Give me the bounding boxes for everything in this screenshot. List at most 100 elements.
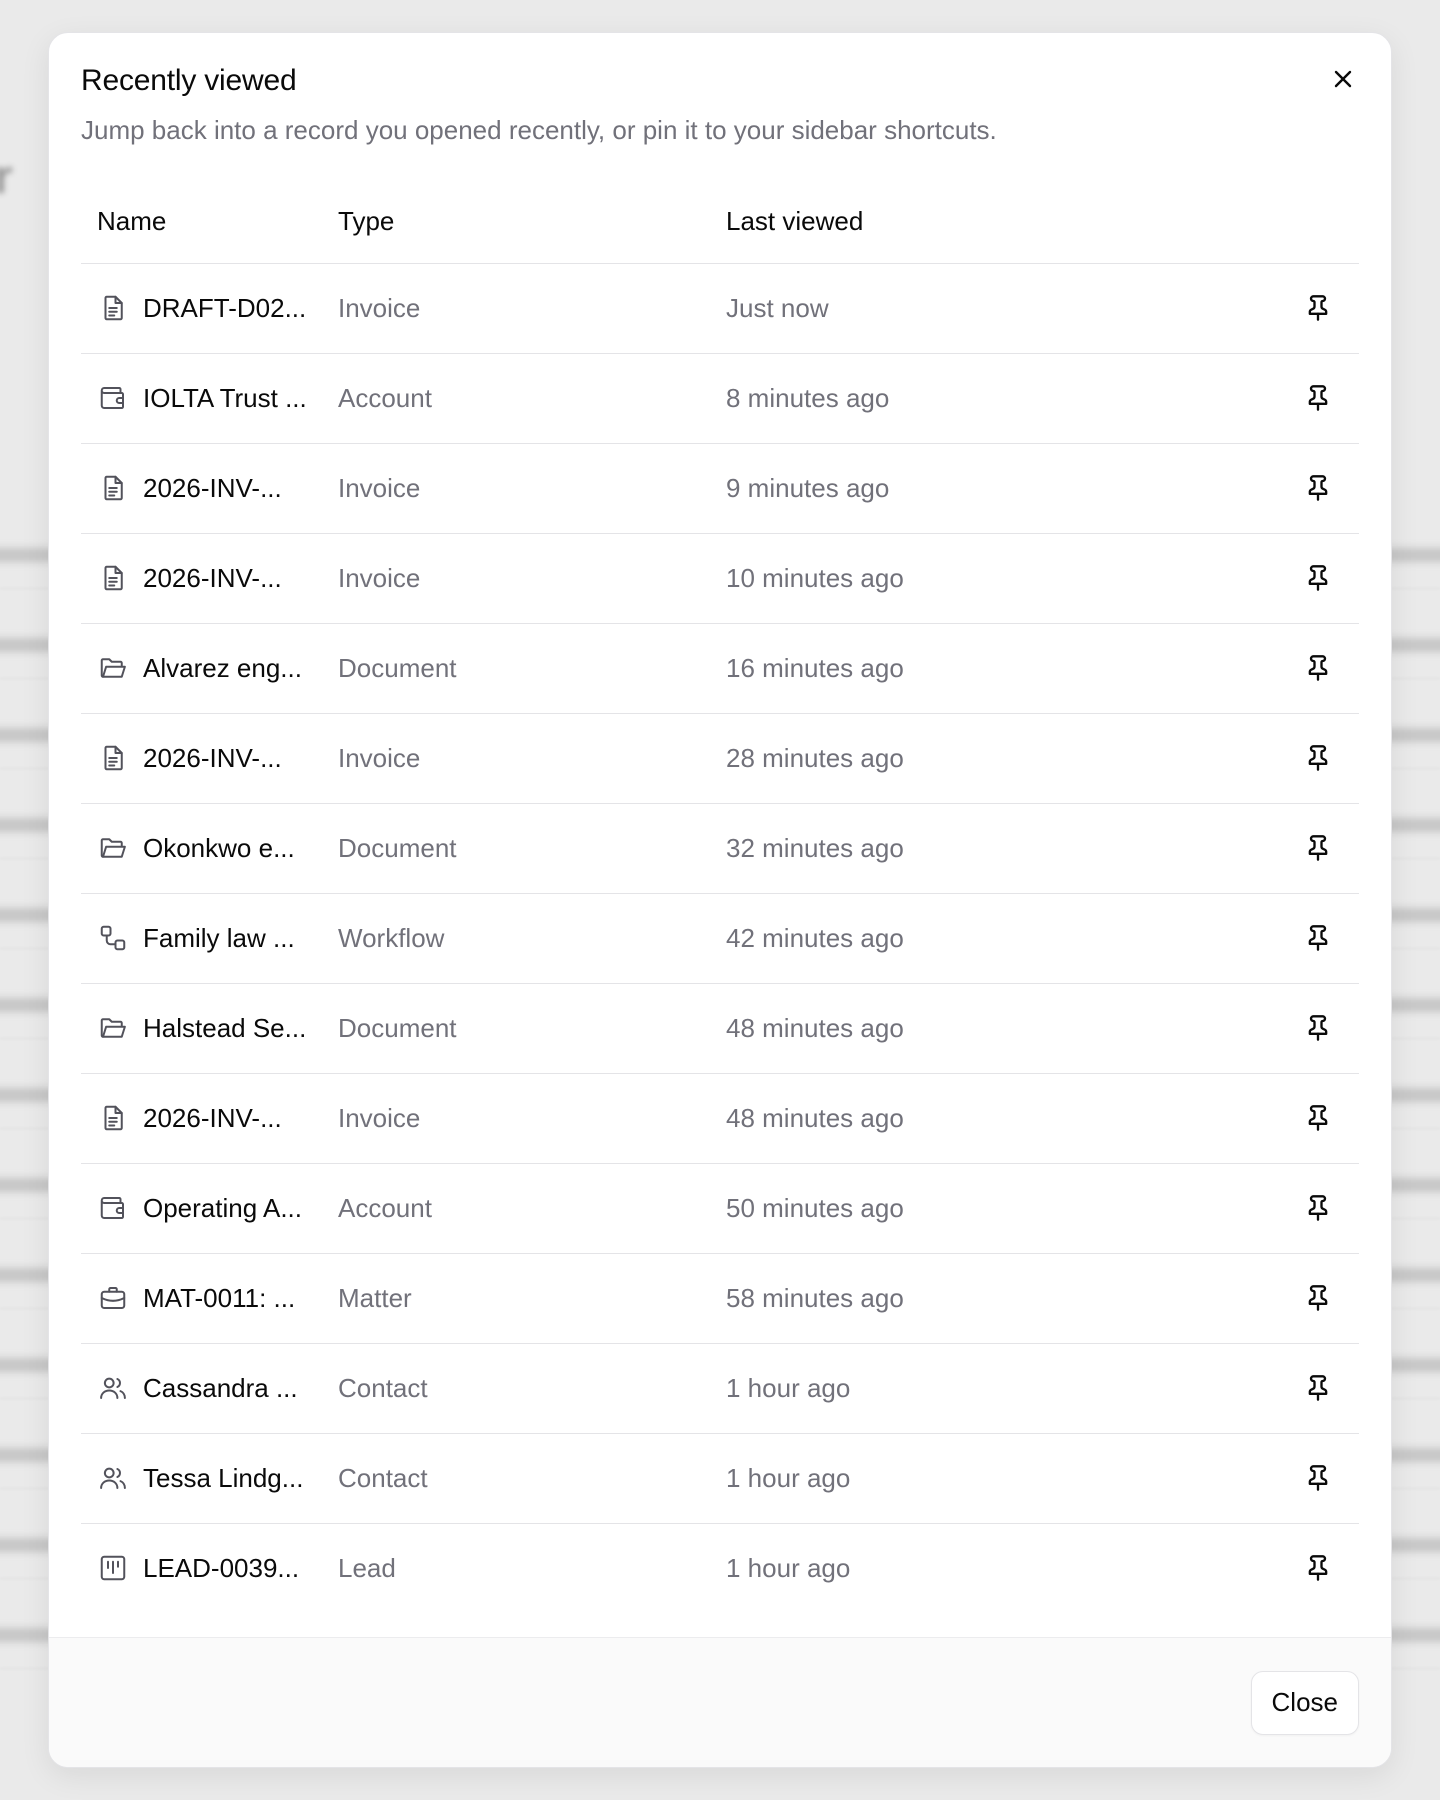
record-name[interactable]: 2026-INV-... <box>143 473 282 504</box>
record-name[interactable]: Tessa Lindg... <box>143 1463 303 1494</box>
pin-button[interactable] <box>1298 648 1338 688</box>
name-cell-content: IOLTA Trust ... <box>97 382 336 414</box>
pin-icon <box>1308 835 1328 861</box>
table-header: Name Type Last viewed <box>81 181 1359 264</box>
record-name[interactable]: MAT-0011: ... <box>143 1283 295 1314</box>
record-name[interactable]: Family law ... <box>143 923 295 954</box>
record-last-viewed: 32 minutes ago <box>726 832 904 863</box>
record-name[interactable]: 2026-INV-... <box>143 743 282 774</box>
recently-viewed-table: Name Type Last viewed DRAFT-D02... Invoic… <box>81 181 1359 1613</box>
table-row[interactable]: Halstead Se... Document 48 minutes ago <box>81 983 1359 1073</box>
record-name[interactable]: Operating A... <box>143 1193 302 1224</box>
workflow-icon <box>97 922 129 954</box>
record-name[interactable]: 2026-INV-... <box>143 563 282 594</box>
pin-button[interactable] <box>1298 1188 1338 1228</box>
record-last-viewed: 28 minutes ago <box>726 742 904 773</box>
record-last-viewed: 1 hour ago <box>726 1462 851 1493</box>
dialog-header: Recently viewed Jump back into a record … <box>49 33 1391 147</box>
record-name[interactable]: Halstead Se... <box>143 1013 306 1044</box>
pin-button[interactable] <box>1298 738 1338 778</box>
table-row[interactable]: Family law ... Workflow 42 minutes ago <box>81 893 1359 983</box>
name-cell: DRAFT-D02... <box>81 263 337 353</box>
pin-cell <box>1269 803 1359 893</box>
record-name[interactable]: LEAD-0039... <box>143 1553 299 1584</box>
pin-button[interactable] <box>1298 1368 1338 1408</box>
record-type: Account <box>338 382 432 413</box>
table-row[interactable]: 2026-INV-... Invoice 9 minutes ago <box>81 443 1359 533</box>
table-row[interactable]: Alvarez eng... Document 16 minutes ago <box>81 623 1359 713</box>
name-cell: Okonkwo e... <box>81 803 337 893</box>
close-button[interactable]: Close <box>1250 1670 1359 1735</box>
name-cell: Alvarez eng... <box>81 623 337 713</box>
table-row[interactable]: 2026-INV-... Invoice 10 minutes ago <box>81 533 1359 623</box>
column-header-name: Name <box>81 181 337 264</box>
pin-button[interactable] <box>1298 468 1338 508</box>
record-type: Invoice <box>338 292 421 323</box>
pin-icon <box>1308 565 1328 591</box>
table-row[interactable]: IOLTA Trust ... Account 8 minutes ago <box>81 353 1359 443</box>
record-last-viewed: 8 minutes ago <box>726 382 890 413</box>
name-cell: MAT-0011: ... <box>81 1253 337 1343</box>
invoice-icon <box>97 1102 129 1134</box>
pin-icon <box>1308 385 1328 411</box>
pin-button[interactable] <box>1298 1458 1338 1498</box>
pin-cell <box>1269 443 1359 533</box>
invoice-icon <box>97 472 129 504</box>
record-type: Invoice <box>338 742 421 773</box>
folder-icon <box>97 652 129 684</box>
pin-icon <box>1308 1555 1328 1582</box>
record-name[interactable]: IOLTA Trust ... <box>143 383 307 414</box>
table-row[interactable]: Okonkwo e... Document 32 minutes ago <box>81 803 1359 893</box>
pin-button[interactable] <box>1298 828 1338 868</box>
record-last-viewed: 9 minutes ago <box>726 472 890 503</box>
wallet-icon <box>97 1192 129 1224</box>
pin-button[interactable] <box>1298 288 1338 328</box>
recently-viewed-table-container: Name Type Last viewed DRAFT-D02... Invoic… <box>49 181 1391 1613</box>
dialog-footer: Close <box>49 1637 1391 1767</box>
table-row[interactable]: Cassandra ... Contact 1 hour ago <box>81 1343 1359 1433</box>
record-name[interactable]: Alvarez eng... <box>143 653 302 684</box>
close-dialog-button[interactable] <box>1325 61 1361 97</box>
pin-button[interactable] <box>1298 1548 1338 1588</box>
wallet-icon <box>97 382 129 414</box>
record-name[interactable]: Okonkwo e... <box>143 833 295 864</box>
pin-cell <box>1269 1073 1359 1163</box>
folder-icon <box>97 1012 129 1044</box>
pin-icon <box>1308 475 1328 501</box>
record-last-viewed: 50 minutes ago <box>726 1192 904 1223</box>
pin-icon <box>1308 1375 1328 1401</box>
table-row[interactable]: MAT-0011: ... Matter 58 minutes ago <box>81 1253 1359 1343</box>
pin-button[interactable] <box>1298 918 1338 958</box>
table-row[interactable]: 2026-INV-... Invoice 28 minutes ago <box>81 713 1359 803</box>
name-cell-content: 2026-INV-... <box>97 472 336 504</box>
pin-button[interactable] <box>1298 1098 1338 1138</box>
pin-button[interactable] <box>1298 378 1338 418</box>
table-row[interactable]: LEAD-0039... Lead 1 hour ago <box>81 1523 1359 1613</box>
name-cell: Family law ... <box>81 893 337 983</box>
pin-cell <box>1269 983 1359 1073</box>
record-type: Workflow <box>338 922 445 953</box>
table-row[interactable]: Tessa Lindg... Contact 1 hour ago <box>81 1433 1359 1523</box>
record-name[interactable]: DRAFT-D02... <box>143 293 306 324</box>
folder-icon <box>97 832 129 864</box>
table-row[interactable]: Operating A... Account 50 minutes ago <box>81 1163 1359 1253</box>
table-row[interactable]: DRAFT-D02... Invoice Just now <box>81 263 1359 353</box>
record-last-viewed: 16 minutes ago <box>726 652 904 683</box>
name-cell-content: Alvarez eng... <box>97 652 336 684</box>
pin-button[interactable] <box>1298 558 1338 598</box>
name-cell-content: Family law ... <box>97 922 336 954</box>
table-row[interactable]: 2026-INV-... Invoice 48 minutes ago <box>81 1073 1359 1163</box>
pin-icon <box>1308 745 1328 771</box>
pin-icon <box>1308 1195 1328 1221</box>
header-row: Name Type Last viewed <box>81 181 1359 264</box>
record-name[interactable]: Cassandra ... <box>143 1373 298 1404</box>
pin-button[interactable] <box>1298 1278 1338 1318</box>
name-cell: Halstead Se... <box>81 983 337 1073</box>
column-header-last-viewed: Last viewed <box>725 181 1269 264</box>
dialog-title: Recently viewed <box>81 64 297 97</box>
pin-button[interactable] <box>1298 1008 1338 1048</box>
pin-cell <box>1269 1433 1359 1523</box>
name-cell-content: 2026-INV-... <box>97 1102 336 1134</box>
record-name[interactable]: 2026-INV-... <box>143 1103 282 1134</box>
name-cell-content: 2026-INV-... <box>97 742 336 774</box>
